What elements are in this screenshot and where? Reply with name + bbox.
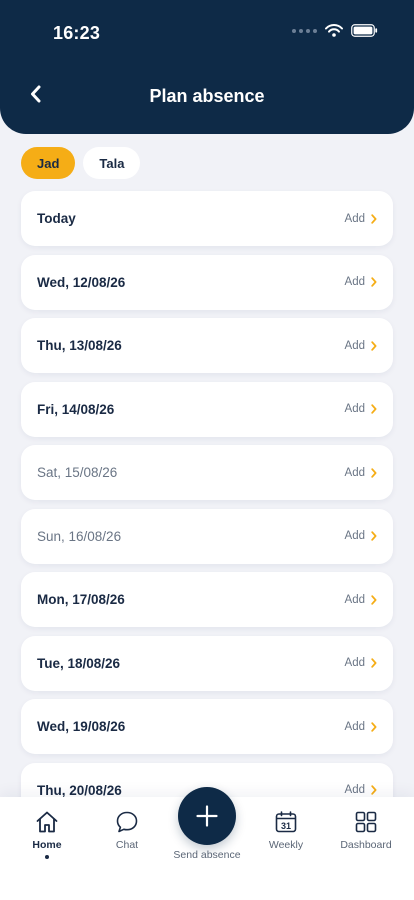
chevron-right-icon	[371, 531, 377, 541]
chip-tala[interactable]: Tala	[83, 147, 141, 179]
chevron-right-icon	[371, 404, 377, 414]
tab-dashboard[interactable]: Dashboard	[328, 809, 404, 851]
day-row[interactable]: Wed, 19/08/26 Add	[21, 699, 393, 754]
add-label: Add	[344, 784, 365, 796]
add-label: Add	[344, 530, 365, 542]
day-row[interactable]: Fri, 14/08/26 Add	[21, 381, 393, 437]
add-action[interactable]: Add	[345, 213, 377, 225]
day-list: Today Add Wed, 12/08/26 Add Thu, 13/08/2…	[21, 191, 393, 826]
tab-chat-label: Chat	[115, 839, 139, 851]
add-action[interactable]: Add	[345, 657, 377, 669]
day-row-weekend[interactable]: Sat, 15/08/26 Add	[21, 445, 393, 500]
page-title: Plan absence	[149, 86, 265, 106]
battery-icon	[351, 24, 378, 37]
add-action[interactable]: Add	[345, 403, 377, 415]
add-action[interactable]: Add	[345, 467, 377, 479]
send-absence-button[interactable]	[178, 787, 236, 845]
person-filter-chips: Jad Tala	[21, 147, 141, 179]
add-label: Add	[344, 720, 365, 733]
day-label: Tue, 18/08/26	[37, 655, 121, 671]
calendar-icon: 31	[273, 809, 299, 835]
chevron-right-icon	[371, 658, 377, 668]
plus-icon	[196, 805, 218, 827]
day-label: Thu, 20/08/26	[37, 782, 122, 798]
add-label: Add	[344, 466, 365, 479]
tab-dashboard-label: Dashboard	[340, 839, 392, 851]
calendar-day-number: 31	[281, 821, 291, 831]
day-row[interactable]: Wed, 12/08/26 Add	[21, 254, 393, 310]
tab-home[interactable]: Home	[9, 809, 85, 859]
day-label: Mon, 17/08/26	[37, 592, 125, 607]
add-action[interactable]: Add	[345, 784, 377, 796]
day-label: Wed, 12/08/26	[37, 274, 126, 290]
day-label: Fri, 14/08/26	[37, 401, 115, 417]
home-icon	[34, 809, 60, 835]
day-row[interactable]: Thu, 13/08/26 Add	[21, 318, 393, 373]
chat-bubble-icon	[114, 809, 140, 835]
day-label: Sun, 16/08/26	[37, 528, 122, 544]
add-label: Add	[344, 276, 365, 288]
add-action[interactable]: Add	[345, 721, 377, 733]
add-label: Add	[344, 657, 365, 669]
tab-home-label: Home	[32, 839, 62, 851]
status-time: 16:23	[53, 23, 101, 43]
day-label: Today	[37, 211, 76, 226]
add-action[interactable]: Add	[345, 594, 377, 606]
add-label: Add	[344, 339, 365, 352]
day-row[interactable]: Mon, 17/08/26 Add	[21, 572, 393, 627]
day-row-today[interactable]: Today Add	[21, 191, 393, 246]
add-action[interactable]: Add	[345, 276, 377, 288]
chevron-right-icon	[371, 785, 377, 795]
chevron-right-icon	[371, 594, 377, 605]
day-label: Thu, 13/08/26	[37, 338, 122, 353]
chevron-right-icon	[371, 721, 377, 732]
chevron-right-icon	[371, 213, 377, 224]
chevron-right-icon	[371, 340, 377, 351]
wifi-icon	[325, 24, 343, 37]
grid-icon	[353, 809, 379, 835]
chip-jad[interactable]: Jad	[21, 147, 76, 179]
add-label: Add	[344, 403, 365, 415]
tab-chat[interactable]: Chat	[89, 809, 165, 851]
day-row-weekend[interactable]: Sun, 16/08/26 Add	[21, 508, 393, 564]
send-absence-label: Send absence	[173, 849, 241, 861]
tab-weekly-label: Weekly	[268, 839, 304, 851]
chevron-right-icon	[371, 467, 377, 478]
add-action[interactable]: Add	[345, 530, 377, 542]
active-indicator	[45, 855, 49, 859]
status-icons	[292, 24, 378, 37]
day-label: Wed, 19/08/26	[37, 719, 126, 734]
chevron-right-icon	[371, 277, 377, 287]
add-label: Add	[344, 212, 365, 225]
day-row[interactable]: Tue, 18/08/26 Add	[21, 635, 393, 691]
cellular-signal-icon	[292, 28, 317, 33]
add-label: Add	[344, 593, 365, 606]
day-label: Sat, 15/08/26	[37, 465, 118, 480]
app-header: 16:23 Plan absence	[0, 0, 414, 134]
add-action[interactable]: Add	[345, 340, 377, 352]
tab-weekly[interactable]: 31 Weekly	[248, 809, 324, 851]
